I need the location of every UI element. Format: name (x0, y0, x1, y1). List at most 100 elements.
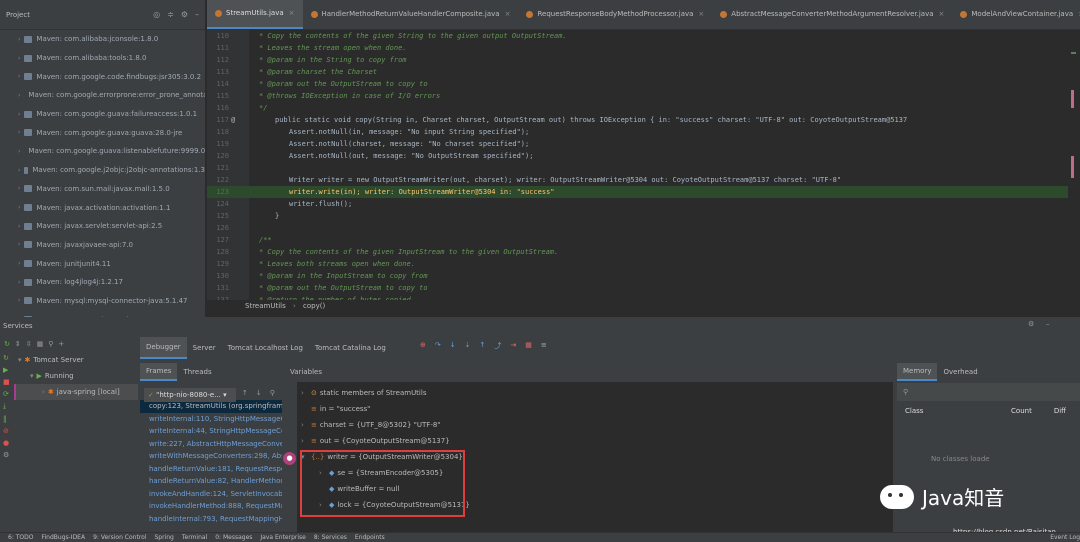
minimize-icon[interactable]: – (1046, 320, 1050, 328)
collapse-icon[interactable]: ≑ (167, 10, 174, 19)
frame-item[interactable]: handleInternal:793, RequestMappingHa (140, 513, 282, 526)
variable-row[interactable]: › ⊙ static members of StreamUtils (297, 385, 893, 401)
show-execution-point-icon[interactable]: ⊕ (420, 341, 426, 351)
breakpoints-icon[interactable]: ● (0, 437, 14, 449)
tree-item[interactable]: › Maven: javaxjavaee-api:7.0 (0, 236, 205, 255)
collapse-all-icon[interactable]: ⇳ (26, 340, 32, 348)
frames-subtab[interactable]: Frames (140, 363, 178, 381)
memory-tab[interactable]: Overhead (937, 363, 983, 381)
resume-icon[interactable]: ↻ (0, 352, 14, 364)
filter-icon[interactable]: ⚲ (48, 340, 53, 348)
close-icon[interactable]: × (289, 9, 295, 17)
down-arrow-icon[interactable]: ↓ (256, 389, 262, 397)
editor-scrollbar[interactable] (1068, 30, 1080, 312)
tree-item-java-spring[interactable]: › ✱ java-spring [local] (14, 384, 138, 400)
evaluate-icon[interactable]: ▦ (525, 341, 532, 351)
tree-item[interactable]: › Maven: com.google.guava:failureaccess:1… (0, 105, 205, 124)
editor-tab[interactable]: RequestResponseBodyMethodProcessor.java × (518, 0, 712, 29)
frame-item[interactable]: handleReturnValue:181, RequestRespons (140, 463, 282, 476)
editor-tab[interactable]: ModelAndViewContainer.java× (952, 0, 1080, 29)
tree-item[interactable]: › Maven: javax.servlet:servlet-api:2.5 (0, 217, 205, 236)
refresh-icon[interactable]: ↻ (4, 340, 10, 348)
status-item[interactable]: 8: Services (314, 534, 347, 541)
frame-item[interactable]: handleReturnValue:82, HandlerMethodRe (140, 475, 282, 488)
status-item[interactable]: 9: Version Control (93, 534, 146, 541)
frame-item[interactable]: writeInternal:44, StringHttpMessageCon (140, 425, 282, 438)
frame-item[interactable]: writeWithMessageConverters:298, Abstr (140, 450, 282, 463)
filter-icon[interactable]: ⚲ (270, 389, 275, 397)
expand-all-icon[interactable]: ⇕ (15, 340, 21, 348)
memory-tab[interactable]: Memory (897, 363, 938, 381)
gear-icon[interactable]: ⚙ (181, 10, 188, 19)
breadcrumb-method[interactable]: copy() (303, 302, 325, 310)
editor-tab[interactable]: HandlerMethodReturnValueHandlerComposite… (303, 0, 519, 29)
editor-tab[interactable]: AbstractMessageConverterMethodArgumentRe… (712, 0, 952, 29)
debugger-tab[interactable]: Tomcat Localhost Log (222, 337, 309, 359)
frame-item[interactable]: invokeHandlerMethod:888, RequestMap (140, 500, 282, 513)
code-editor[interactable]: 110 * Copy the contents of the given Stri… (207, 30, 1080, 312)
tree-item[interactable]: › Maven: com.google.guava:listenablefutur… (0, 142, 205, 161)
run-to-cursor-icon[interactable]: ⇥ (510, 341, 516, 351)
gear-icon[interactable]: ⚙ (1028, 320, 1034, 328)
debugger-tab[interactable]: Tomcat Catalina Log (309, 337, 392, 359)
chevron-icon[interactable]: › (301, 421, 311, 429)
project-title[interactable]: Project (6, 11, 30, 19)
tree-item[interactable]: › Maven: com.alibaba:jconsole:1.8.0 (0, 30, 205, 49)
debug-icon[interactable]: ▶ (0, 364, 14, 376)
status-item[interactable]: Endpoints (355, 534, 385, 541)
breadcrumb-class[interactable]: StreamUtils (245, 302, 286, 310)
group-icon[interactable]: ▦ (37, 340, 44, 348)
up-arrow-icon[interactable]: ↑ (242, 389, 248, 397)
step-into-icon[interactable]: ↓ (450, 341, 456, 351)
pause-icon[interactable]: ‖ (0, 413, 14, 425)
debugger-tab[interactable]: Server (187, 337, 222, 359)
frame-item[interactable]: write:227, AbstractHttpMessageConverte (140, 438, 282, 451)
chevron-icon[interactable]: › (301, 389, 311, 397)
status-item[interactable]: FindBugs-IDEA (41, 534, 85, 541)
status-item[interactable]: 6: TODO (8, 534, 33, 541)
minimize-icon[interactable]: – (195, 10, 199, 19)
add-icon[interactable]: + (58, 340, 64, 348)
tree-item[interactable]: › Maven: javax.activation:activation:1.1 (0, 198, 205, 217)
debugger-tab[interactable]: Debugger (140, 337, 187, 359)
status-item[interactable]: Terminal (182, 534, 207, 541)
close-icon[interactable]: × (505, 10, 511, 18)
close-icon[interactable]: × (939, 10, 945, 18)
step-out-icon[interactable]: ↑ (480, 341, 486, 351)
step-over-icon[interactable]: ↷ (435, 341, 441, 351)
force-step-into-icon[interactable]: ⇣ (465, 341, 471, 351)
rerun-icon[interactable]: ⟳ (0, 388, 14, 400)
mute-icon[interactable]: ⊘ (0, 425, 14, 437)
memory-search[interactable]: ⚲ (897, 383, 1080, 401)
thread-selector[interactable]: ✓ "http-nio-8080-e... ▾ (144, 388, 236, 402)
chevron-icon[interactable]: › (301, 437, 311, 445)
variable-row[interactable]: ≡ in = "success" (297, 401, 893, 417)
variable-row[interactable]: › ≡ charset = {UTF_8@5302} "UTF-8" (297, 417, 893, 433)
frames-subtab[interactable]: Threads (177, 363, 217, 381)
tree-item[interactable]: › Maven: com.alibaba:tools:1.8.0 (0, 49, 205, 68)
tree-item-tomcat[interactable]: ▾ ✱ Tomcat Server (14, 352, 138, 368)
variable-row[interactable]: › ≡ out = {CoyoteOutputStream@5137} (297, 433, 893, 449)
tree-item[interactable]: › Maven: junitjunit4.11 (0, 254, 205, 273)
frame-item[interactable]: writeInternal:110, StringHttpMessageCo (140, 413, 282, 426)
tree-item[interactable]: › Maven: com.sun.mail:javax.mail:1.5.0 (0, 180, 205, 199)
status-item[interactable]: Event Log (1050, 534, 1080, 541)
status-item[interactable]: Spring (155, 534, 174, 541)
target-icon[interactable]: ◎ (153, 10, 160, 19)
tree-item[interactable]: › Maven: com.google.guava:guava:28.0-jre (0, 123, 205, 142)
close-icon[interactable]: × (698, 10, 704, 18)
tree-item[interactable]: › Maven: log4jlog4j:1.2.17 (0, 273, 205, 292)
editor-tab[interactable]: StreamUtils.java × (207, 0, 303, 29)
tree-item-running[interactable]: ▾ ▶ Running (14, 368, 138, 384)
frame-item[interactable]: invokeAndHandle:124, ServletInvocableH (140, 488, 282, 501)
stop-icon[interactable]: ■ (0, 376, 14, 388)
update-icon[interactable]: ⤓ (0, 400, 14, 413)
tree-item[interactable]: › Maven: com.google.code.findbugs:jsr305:… (0, 67, 205, 86)
drop-frame-icon[interactable]: ⤴ (494, 341, 501, 351)
status-item[interactable]: Java Enterprise (260, 534, 305, 541)
layout-icon[interactable]: ≡ (541, 341, 547, 351)
settings-icon[interactable]: ⚙ (0, 449, 14, 461)
tree-item[interactable]: › Maven: mysql:mysql-connector-java:5.1.4… (0, 292, 205, 311)
status-item[interactable]: 0: Messages (215, 534, 252, 541)
tree-item[interactable]: › Maven: com.google.j2objc:j2objc-annotat… (0, 161, 205, 180)
